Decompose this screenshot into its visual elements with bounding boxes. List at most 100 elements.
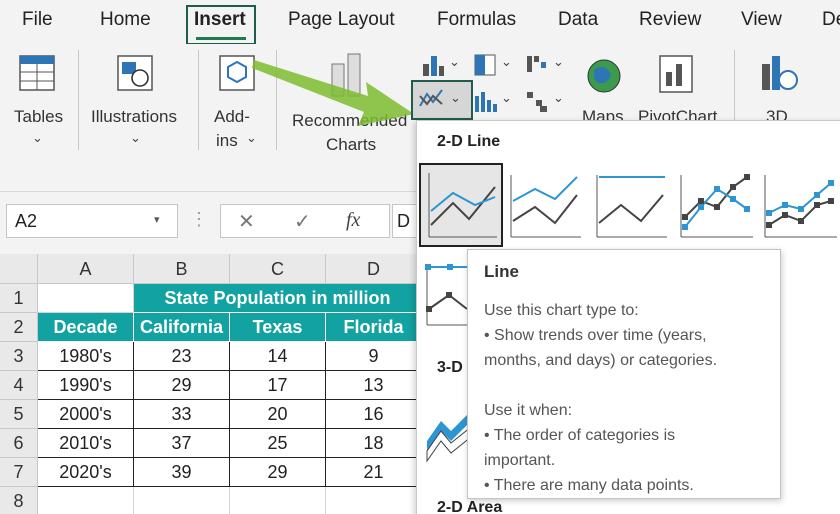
table-cell[interactable]: 39 [134,458,230,487]
hierarchy-chart-icon[interactable] [472,52,498,78]
chart-option-100-stacked-line-with-markers[interactable] [421,255,471,339]
row-header[interactable]: 4 [0,371,38,400]
tooltip-text: Use it when: [484,402,573,419]
chevron-down-icon[interactable]: ⌄ [553,90,564,106]
tab-page-layout[interactable]: Page Layout [288,9,395,31]
tab-data[interactable]: Data [558,9,598,31]
cell[interactable] [38,487,134,514]
tab-insert[interactable]: Insert [194,9,246,31]
table-cell[interactable]: 23 [134,342,230,371]
table-cell[interactable]: 25 [230,429,326,458]
globe-icon[interactable] [584,56,624,96]
row-header[interactable]: 6 [0,429,38,458]
tab-review[interactable]: Review [639,9,701,31]
table-title-cell[interactable]: State Population in million [134,284,422,313]
enter-icon[interactable]: ✓ [294,209,311,234]
table-cell[interactable]: 1990's [38,371,134,400]
row-header[interactable]: 5 [0,400,38,429]
active-tab-underline [196,37,246,40]
table-cell[interactable]: 33 [134,400,230,429]
table-cell[interactable]: 14 [230,342,326,371]
chevron-down-icon: ⌄ [246,130,257,145]
tab-formulas[interactable]: Formulas [437,9,516,31]
table-cell[interactable]: 2010's [38,429,134,458]
table-cell[interactable]: 2020's [38,458,134,487]
insert-function-icon[interactable]: fx [346,209,360,232]
table-cell[interactable]: 29 [230,458,326,487]
tab-developer[interactable]: De [822,9,840,31]
illustrations-button[interactable]: Illustrations ⌄ [90,48,184,148]
column-title-cell[interactable]: Florida [326,313,422,342]
row-header[interactable]: 8 [0,487,38,514]
chart-option-stacked-line-with-markers[interactable] [761,165,840,249]
select-all-corner[interactable] [0,254,38,284]
chart-type-tooltip: Line Use this chart type to: • Show tren… [467,249,781,499]
tab-file[interactable]: File [22,9,53,31]
tables-button[interactable]: Tables ⌄ [12,48,64,148]
chevron-down-icon[interactable]: ▾ [154,213,160,226]
name-box[interactable]: A2 [6,204,178,238]
percent-stacked-markers-thumb-icon [425,264,471,326]
row-header[interactable]: 2 [0,313,38,342]
recommended-label-line2: Charts [326,135,377,154]
row-header[interactable]: 1 [0,284,38,313]
section-3d-line: 3-D [437,359,463,376]
stacked-line-thumb-icon [510,175,581,238]
table-cell[interactable]: 2000's [38,400,134,429]
table-icon [19,55,55,91]
table-cell[interactable]: 9 [326,342,422,371]
pivotchart-icon[interactable] [656,52,696,96]
chevron-down-icon[interactable]: ⌄ [553,54,564,70]
table-cell[interactable]: 17 [230,371,326,400]
table-cell[interactable]: 29 [134,371,230,400]
cell[interactable] [134,487,230,514]
table-cell[interactable]: 16 [326,400,422,429]
chart-option-stacked-line[interactable] [505,165,589,249]
column-title-cell[interactable]: Texas [230,313,326,342]
chart-option-line-with-markers[interactable] [677,165,761,249]
chevron-down-icon[interactable]: ⌄ [501,54,512,70]
waterfall-chart-icon[interactable] [524,52,550,78]
3d-map-icon[interactable] [756,52,800,96]
table-cell[interactable]: 18 [326,429,422,458]
cell[interactable] [326,487,422,514]
table-cell[interactable]: 13 [326,371,422,400]
table-cell[interactable]: 21 [326,458,422,487]
cancel-icon[interactable]: ✕ [238,209,255,234]
row-header[interactable]: 7 [0,458,38,487]
tooltip-text: Use this chart type to: [484,302,639,319]
column-header[interactable]: B [134,254,230,284]
tab-home[interactable]: Home [100,9,151,31]
section-2d-area: 2-D Area [437,499,503,514]
table-cell[interactable]: 20 [230,400,326,429]
column-title-cell[interactable]: California [134,313,230,342]
table-cell[interactable]: 1980's [38,342,134,371]
row-header[interactable]: 3 [0,342,38,371]
column-header[interactable]: A [38,254,134,284]
drag-handle-icon[interactable]: ⋮ [190,209,208,230]
column-title-cell[interactable]: Decade [38,313,134,342]
line-chart-thumb-icon [428,173,497,238]
ribbon-tab-bar: File Home Insert Page Layout Formulas Da… [0,0,840,45]
table-cell[interactable]: 37 [134,429,230,458]
tab-view[interactable]: View [741,9,782,31]
chart-option-line[interactable] [419,163,503,247]
chevron-down-icon: ⌄ [130,130,141,145]
statistic-chart-icon[interactable] [472,88,498,114]
tooltip-text: months, and days) or categories. [484,352,718,369]
chevron-down-icon[interactable]: ⌄ [501,90,512,106]
section-2d-line: 2-D Line [437,133,501,150]
cell[interactable] [38,284,134,313]
chevron-down-icon: ⌄ [450,90,461,105]
scatter-chart-icon[interactable] [524,88,550,114]
percent-stacked-line-thumb-icon [596,175,667,238]
chevron-down-icon[interactable]: ⌄ [449,54,460,70]
chart-option-3d-line[interactable] [421,391,472,475]
tooltip-text: • Show trends over time (years, [484,327,707,344]
column-header[interactable]: C [230,254,326,284]
chart-option-100-stacked-line[interactable] [591,165,675,249]
column-header[interactable]: D [326,254,422,284]
pointer-arrow-icon [252,60,414,126]
column-chart-icon[interactable] [420,52,446,78]
cell[interactable] [230,487,326,514]
